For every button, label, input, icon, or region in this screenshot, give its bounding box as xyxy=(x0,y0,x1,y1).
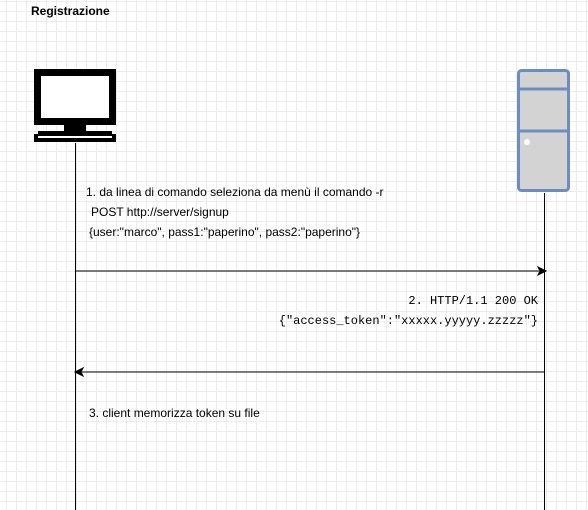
client-lifeline xyxy=(75,143,76,510)
message-1-line-2: POST http://server/signup xyxy=(91,205,229,219)
message-1-line-3: {user:"marco", pass1:"paperino", pass2:"… xyxy=(89,225,361,239)
server-tower-icon xyxy=(517,69,570,192)
message-2-line-1: 2. HTTP/1.1 200 OK xyxy=(408,294,538,308)
message-3-line-1: 3. client memorizza token su file xyxy=(89,406,260,420)
response-arrow xyxy=(73,366,544,378)
diagram-title: Registrazione xyxy=(31,4,110,18)
message-1-line-1: 1. da linea di comando seleziona da menù… xyxy=(86,185,384,199)
message-3-label: 3. client memorizza token su file xyxy=(89,403,260,423)
message-2-line-2: {"access_token":"xxxxx.yyyyy.zzzzz"} xyxy=(278,314,538,328)
message-1-label: 1. da linea di comando seleziona da menù… xyxy=(86,182,384,242)
computer-monitor-icon xyxy=(34,69,116,142)
request-arrow xyxy=(75,265,548,277)
message-2-label: 2. HTTP/1.1 200 OK {"access_token":"xxxx… xyxy=(279,291,538,331)
server-lifeline xyxy=(544,193,545,510)
